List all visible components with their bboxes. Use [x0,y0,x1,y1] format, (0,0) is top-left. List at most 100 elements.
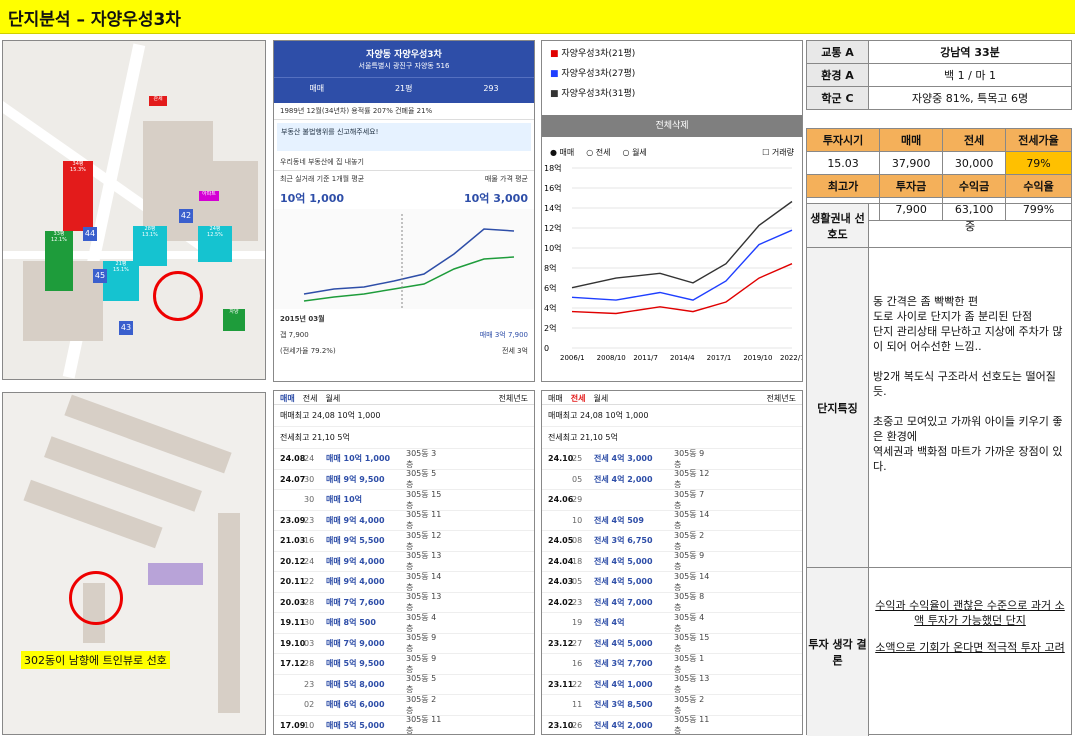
building-label: 33평 12.1% [45,231,73,291]
conclusion-label: 투자 생각 결론 [807,568,869,736]
rent-list[interactable]: 매매 전세 월세 전체년도 매매최고 24,08 10억 1,000 전세최고 … [541,390,803,735]
legend-item[interactable]: ■ 자양우성3차(21평) [550,44,794,64]
list-tab[interactable]: 전세 [303,393,318,403]
date-cell: 20.12 [280,556,306,566]
legend-item[interactable]: ■ 자양우성3차(31평) [550,84,794,104]
radio-monthly[interactable]: ○ 월세 [623,147,647,158]
day-cell: 28 [304,659,315,669]
transaction-row[interactable]: 11 전세 3억 8,500 305동 2층 [542,695,802,716]
map-detail[interactable]: 302동이 남향에 트인뷰로 선호 [2,392,266,735]
transaction-row[interactable]: 23 매매 5억 8,000 305동 5층 [274,674,534,695]
app-screenshot[interactable]: 자양동 자양우성3차 서울특별시 광진구 자양동 516 매매 21평 293 … [273,40,535,382]
unit-cell: 305동 9층 [674,448,705,469]
transaction-row[interactable]: 05 전세 4억 2,000 305동 12층 [542,469,802,490]
transaction-row[interactable]: 21.03 16 매매 9억 5,500 305동 12층 [274,531,534,552]
transaction-row[interactable]: 23.09 23 매매 9억 4,000 305동 11층 [274,510,534,531]
unit-cell: 305동 14층 [674,571,710,592]
price-cell: 매매 6억 6,000 [326,700,385,710]
price-cell: 매매 5억 5,000 [326,720,385,730]
app-header: 자양동 자양우성3차 서울특별시 광진구 자양동 516 매매 21평 293 [274,41,534,103]
gap-sub-row: (전세가율 79.2%) 전세 3억 [274,343,534,359]
transaction-row[interactable]: 30 매매 10억 305동 15층 [274,490,534,511]
date-cell: 23.11 [548,679,574,689]
building-label: 관세 [149,96,167,106]
transaction-row[interactable]: 20.03 28 매매 7억 7,600 305동 13층 [274,592,534,613]
transaction-row[interactable]: 24.04 18 전세 4억 5,000 305동 9층 [542,551,802,572]
transaction-row[interactable]: 17.09 10 매매 5억 5,000 305동 11층 [274,715,534,734]
list-tab[interactable]: 전세 [571,393,586,403]
date-cell: 24.08 [280,454,306,464]
list-tab[interactable]: 월세 [593,393,608,403]
transaction-row[interactable]: 19.11 30 매매 8억 500 305동 4층 [274,613,534,634]
volume-checkbox[interactable]: ☐ 거래량 [762,147,794,158]
transaction-row[interactable]: 23.10 26 전세 4억 2,000 305동 11층 [542,715,802,734]
trade-list[interactable]: 매매 전세 월세 전체년도 매매최고 24,08 10억 1,000 전세최고 … [273,390,535,735]
unit-cell: 305동 14층 [674,510,710,531]
max-rent: 전세최고 21,10 5억 [542,427,802,449]
transaction-row[interactable]: 19.10 03 매매 7억 9,000 305동 9층 [274,633,534,654]
app-tab[interactable]: 21평 [395,83,413,94]
header-cell: 수익율 [1005,174,1072,198]
listing-banner[interactable]: 우리동네 부동산에 집 내놓기 [274,154,534,171]
transaction-row[interactable]: 20.11 22 매매 9억 4,000 305동 14층 [274,572,534,593]
transaction-row[interactable]: 19 전세 4억 305동 4층 [542,613,802,634]
x-tick-label: 2008/10 [597,354,626,362]
app-tab[interactable]: 매매 [309,83,324,94]
price-cell: 매매 7억 9,000 [326,638,385,648]
highlight-circle [69,571,123,625]
transaction-row[interactable]: 24.03 05 전세 4억 5,000 305동 14층 [542,572,802,593]
location-table: 교통 A 강남역 33분 환경 A백 1 / 마 1 학군 C 자양중 81%, 특… [806,40,1072,110]
price-chart-panel[interactable]: ■ 자양우성3차(21평) ■ 자양우성3차(27평) ■ 자양우성3차(31평… [541,40,803,382]
date-cell: 21.03 [280,536,306,546]
unit-cell: 305동 14층 [406,571,442,592]
y-tick-label: 4억 [544,303,556,313]
value-cell: 30,000 [942,151,1007,175]
price-values: 10억 1,000 10억 3,000 [274,187,534,209]
transaction-row[interactable]: 10 전세 4억 509 305동 14층 [542,510,802,531]
transaction-row[interactable]: 24.08 24 매매 10억 1,000 305동 3층 [274,449,534,470]
day-cell: 16 [572,659,583,669]
radio-rent[interactable]: ○ 전세 [586,147,610,158]
reset-button[interactable]: 전체삭제 [542,115,802,137]
date-cell: 23.12 [548,638,574,648]
transaction-row[interactable]: 02 매매 6억 6,000 305동 2층 [274,695,534,716]
list-tab[interactable]: 매매 [280,393,295,403]
radio-label: 전세 [595,148,611,157]
page-title: 단지분석 – 자양우성3차 [8,10,181,30]
transaction-row[interactable]: 24.05 08 전세 3억 6,750 305동 2층 [542,531,802,552]
year-filter[interactable]: 전체년도 [499,393,528,403]
map-overview[interactable]: 34평 15.3% 33평 12.1% 21평 15.1% 28평 13.1% 24평 1… [2,40,266,380]
list-tab[interactable]: 월세 [325,393,340,403]
day-cell: 11 [572,700,583,710]
transaction-row[interactable]: 17.12 28 매매 5억 9,500 305동 9층 [274,654,534,675]
transaction-row[interactable]: 24.07 30 매매 9억 9,500 305동 5층 [274,469,534,490]
transaction-row[interactable]: 23.11 22 전세 4억 1,000 305동 13층 [542,674,802,695]
day-cell: 08 [572,536,583,546]
unit-cell: 305동 9층 [406,633,437,654]
unit-cell: 305동 4층 [406,612,437,633]
transaction-row[interactable]: 20.12 24 매매 9억 4,000 305동 13층 [274,551,534,572]
transaction-row[interactable]: 24.02 23 전세 4억 7,000 305동 8층 [542,592,802,613]
y-tick-label: 8억 [544,263,556,273]
series-line [571,229,793,301]
y-tick-label: 12억 [544,223,562,233]
list-tab[interactable]: 매매 [548,393,563,403]
app-tab[interactable]: 293 [483,84,498,93]
transaction-row[interactable]: 24.10 25 전세 4억 3,000 305동 9층 [542,449,802,470]
radio-trade[interactable]: ● 매매 [550,147,574,158]
value-cell: 15.03 [805,151,881,175]
radio-label: 매매 [559,148,575,157]
map-caption: 302동이 남향에 트인뷰로 선호 [21,651,170,669]
date-cell: 23.10 [548,720,574,730]
selected-month[interactable]: 2015년 03월 [274,311,534,327]
report-banner[interactable]: 부동산 불법행위를 신고해주세요! [277,123,531,151]
year-filter[interactable]: 전체년도 [767,393,796,403]
legend-item[interactable]: ■ 자양우성3차(27평) [550,64,794,84]
date-cell: 24.02 [548,597,574,607]
transaction-row[interactable]: 24.06 29 305동 7층 [542,490,802,511]
transaction-row[interactable]: 23.12 27 전세 4억 5,000 305동 15층 [542,633,802,654]
day-cell: 24 [304,556,315,566]
day-cell: 23 [304,515,315,525]
app-info: 1989년 12월(34년차) 용적률 207% 건폐율 21% [274,103,534,120]
transaction-row[interactable]: 16 전세 3억 7,700 305동 1층 [542,654,802,675]
